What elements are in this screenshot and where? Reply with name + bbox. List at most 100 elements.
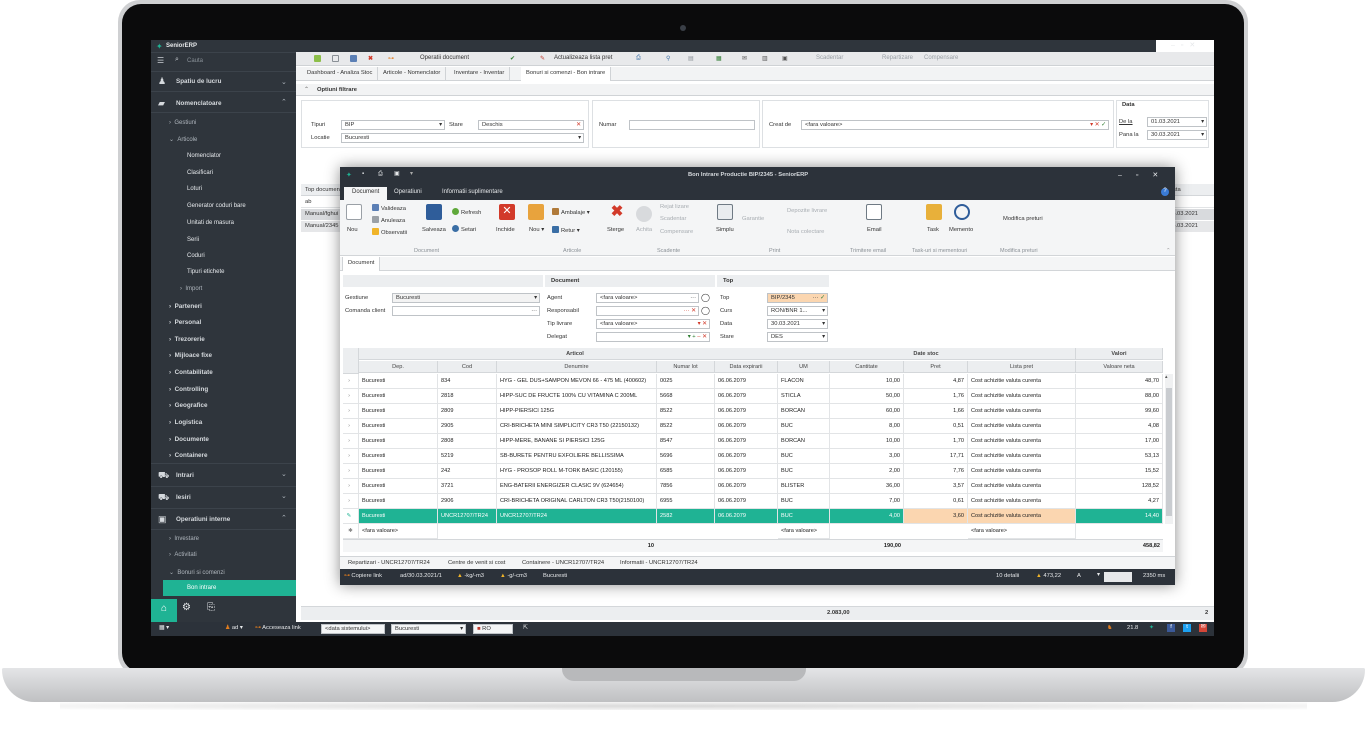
table-cell[interactable]: Bucuresti	[359, 479, 438, 494]
sidebar-group-logistica[interactable]: › Logistica	[151, 419, 296, 426]
actualizeaza-lista-button[interactable]: Actualizeaza lista pret	[554, 55, 612, 61]
grid-col-header[interactable]: Valoare neta	[1076, 361, 1163, 373]
delegat-select[interactable]: ▾ + – ✕	[596, 332, 710, 342]
sidebar-item-coduri[interactable]: Coduri	[151, 253, 296, 259]
table-cell[interactable]: Bucuresti	[359, 509, 438, 524]
table-cell[interactable]: UNCR12707/TR24	[497, 509, 657, 524]
table-cell[interactable]: 06.06.2079	[715, 374, 778, 389]
table-cell[interactable]: Bucuresti	[359, 449, 438, 464]
table-cell[interactable]: 8547	[657, 434, 715, 449]
table-cell[interactable]: 5696	[657, 449, 715, 464]
table-cell[interactable]: 3,57	[904, 479, 968, 494]
table-cell[interactable]: Cost achizitie valuta curenta	[968, 374, 1076, 389]
window-controls[interactable]: –▫✕	[1171, 41, 1201, 49]
tab-document[interactable]: Document	[344, 187, 388, 200]
filters-header[interactable]: ⌃ Optiuni filtrare	[296, 84, 1214, 96]
table-cell[interactable]: BUC	[778, 494, 830, 509]
export-icon[interactable]: ▦	[716, 55, 722, 62]
grid-col-header[interactable]: Dep.	[359, 361, 438, 373]
sidebar-section-operatiuni[interactable]: Operatiuni interne	[151, 516, 296, 523]
save-icon[interactable]: ▪	[362, 171, 364, 177]
clock-icon[interactable]	[954, 204, 970, 220]
table-cell[interactable]: 8522	[657, 419, 715, 434]
grid-col-header[interactable]: Data expirarii	[715, 361, 778, 373]
user-label[interactable]: ♟ ad ▾	[225, 625, 243, 631]
nota-button[interactable]: Nota colectare	[787, 229, 824, 235]
collapse-icon[interactable]: ⌃	[304, 87, 309, 93]
table-cell[interactable]: 14,40	[1076, 509, 1163, 524]
sidebar-item-investare[interactable]: › Investare	[151, 536, 296, 542]
creat-de-select[interactable]: <fara valoare> ▾ ✕ ✓	[801, 120, 1109, 130]
calendar-icon[interactable]: ▣	[782, 55, 788, 62]
row-indicator[interactable]: ›	[343, 389, 359, 404]
table-cell[interactable]: ENG-BATERII ENERGIZER CLASIC 9V (624654)	[497, 479, 657, 494]
table-cell[interactable]: Bucuresti	[359, 389, 438, 404]
task-button[interactable]: Task	[927, 227, 939, 233]
table-cell[interactable]: 2906	[438, 494, 497, 509]
tab-dashboard[interactable]: Dashboard - Analiza Stoc	[302, 67, 379, 81]
chat-icon[interactable]: ◯	[701, 306, 710, 315]
help-icon[interactable]: ?	[1161, 188, 1169, 196]
table-cell[interactable]: HIPP-SUC DE FRUCTE 100% CU VITAMINA C 20…	[497, 389, 657, 404]
logo-icon[interactable]: ✦	[1149, 625, 1154, 631]
new-row-um[interactable]: <fara valoare>	[778, 524, 830, 539]
table-cell[interactable]: Bucuresti	[359, 464, 438, 479]
new-row-lista[interactable]: <fara valoare>	[968, 524, 1076, 539]
row-indicator[interactable]: ›	[343, 434, 359, 449]
nou-articol-button[interactable]: Nou ▾	[529, 227, 544, 233]
table-cell[interactable]: 50,00	[830, 389, 904, 404]
nou-button[interactable]: Nou	[347, 227, 358, 233]
grid-col-header[interactable]: Pret	[904, 361, 968, 373]
sidebar-section-nomenclatoare[interactable]: Nomenclatoare	[151, 100, 296, 107]
refresh-button[interactable]: Refresh	[452, 208, 481, 216]
table-cell[interactable]: 0,61	[904, 494, 968, 509]
email-icon[interactable]	[866, 204, 882, 220]
dropdown-icon[interactable]: ▾	[410, 171, 413, 177]
new-document-icon[interactable]	[346, 204, 362, 220]
row-indicator[interactable]: ›	[343, 419, 359, 434]
compensare-button[interactable]: Compensare	[924, 55, 958, 61]
achita-button[interactable]: Achita	[636, 227, 652, 233]
row-indicator[interactable]: ✎	[343, 509, 359, 524]
table-cell[interactable]: 2808	[438, 434, 497, 449]
table-cell[interactable]: CRI-BRICHETA ORIGINAL CARLTON CR3 T50(21…	[497, 494, 657, 509]
link-icon[interactable]: ⊶	[388, 55, 394, 62]
table-cell[interactable]: 6585	[657, 464, 715, 479]
row-indicator[interactable]: ›	[343, 374, 359, 389]
setari-button[interactable]: Setari	[452, 225, 476, 233]
sidebar-item-gestiuni[interactable]: › Gestiuni	[151, 120, 296, 126]
table-cell[interactable]: 8,00	[830, 419, 904, 434]
ambalaje-button[interactable]: Ambalaje ▾	[552, 208, 590, 216]
search-icon[interactable]: ⌕	[175, 56, 179, 64]
language-select[interactable]: ■ RO	[473, 624, 513, 634]
stare-select[interactable]: Deschis ✕	[478, 120, 584, 130]
external-icon[interactable]: ⇱	[523, 625, 528, 631]
sidebar-item-nomenclator[interactable]: Nomenclator	[151, 153, 296, 159]
new-row-dep[interactable]: <fara valoare>	[359, 524, 438, 539]
new-row-icon[interactable]: ✱	[343, 524, 359, 539]
facebook-icon[interactable]: f	[1167, 624, 1175, 632]
print-icon[interactable]: ⎙	[636, 55, 641, 62]
delete-icon[interactable]: ✖	[368, 55, 373, 62]
table-cell[interactable]: 6955	[657, 494, 715, 509]
table-cell[interactable]: 7,76	[904, 464, 968, 479]
table-cell[interactable]: BUC	[778, 509, 830, 524]
table-cell[interactable]: 17,71	[904, 449, 968, 464]
table-cell[interactable]: 99,60	[1076, 404, 1163, 419]
table-cell[interactable]: BUC	[778, 419, 830, 434]
observatii-button[interactable]: Observatii	[372, 228, 407, 236]
table-cell[interactable]: 1,66	[904, 404, 968, 419]
table-cell[interactable]: FLACON	[778, 374, 830, 389]
save-icon[interactable]	[426, 204, 442, 220]
row-indicator[interactable]: ›	[343, 449, 359, 464]
table-cell[interactable]: 17,00	[1076, 434, 1163, 449]
table-cell[interactable]: Bucuresti	[359, 494, 438, 509]
table-cell[interactable]: Cost achizitie valuta curenta	[968, 389, 1076, 404]
settings-icon[interactable]: ⚙	[182, 602, 191, 613]
report-icon[interactable]: ⎘	[207, 602, 215, 613]
data-date[interactable]: 30.03.2021 ▾	[767, 319, 828, 329]
table-cell[interactable]: UNCR12707/TR24	[438, 509, 497, 524]
comanda-input[interactable]: ···	[392, 306, 540, 316]
sidebar-item-unitati[interactable]: Unitati de masura	[151, 220, 296, 226]
disk-icon[interactable]: ▣	[394, 171, 399, 177]
